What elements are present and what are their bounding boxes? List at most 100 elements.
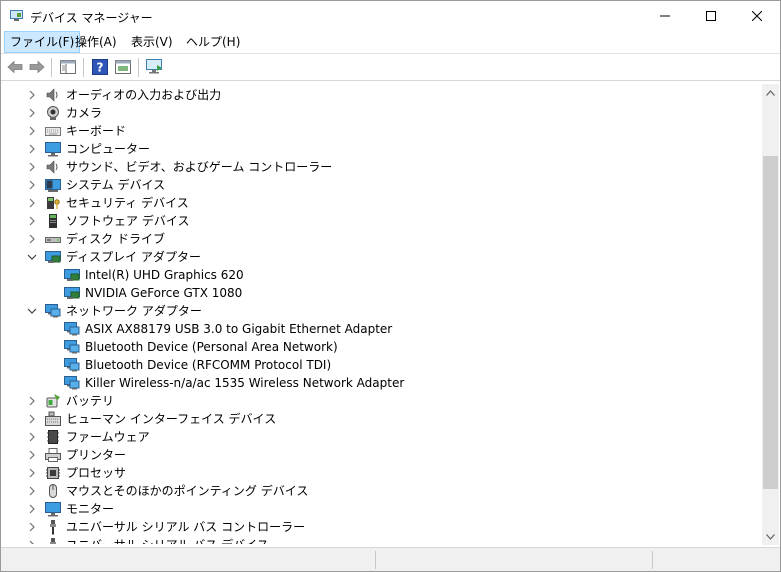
scroll-down-button[interactable] bbox=[762, 528, 779, 545]
tree-item-label: サウンド、ビデオ、およびゲーム コントローラー bbox=[66, 160, 333, 174]
chevron-right-icon[interactable] bbox=[27, 450, 37, 460]
chevron-right-icon[interactable] bbox=[27, 414, 37, 424]
tree-item-label: プロセッサ bbox=[66, 466, 127, 480]
tree-item-label: Killer Wireless-n/a/ac 1535 Wireless Net… bbox=[85, 376, 405, 390]
tree-category[interactable]: ディスク ドライブ bbox=[3, 230, 761, 248]
tree-category[interactable]: サウンド、ビデオ、およびゲーム コントローラー bbox=[3, 158, 761, 176]
chevron-right-icon[interactable] bbox=[27, 108, 37, 118]
tree-device[interactable]: NVIDIA GeForce GTX 1080 bbox=[3, 284, 761, 302]
chevron-right-icon[interactable] bbox=[27, 234, 37, 244]
chevron-right-icon[interactable] bbox=[27, 126, 37, 136]
show-hide-console-tree-button[interactable] bbox=[58, 58, 78, 76]
chevron-down-icon bbox=[766, 533, 775, 540]
chevron-right-icon[interactable] bbox=[27, 396, 37, 406]
chevron-right-icon[interactable] bbox=[27, 162, 37, 172]
tree-item-label: ユニバーサル シリアル バス デバイス bbox=[66, 538, 269, 544]
properties-button[interactable] bbox=[113, 58, 133, 76]
chevron-up-icon bbox=[766, 89, 775, 96]
toolbar-separator bbox=[83, 58, 84, 77]
tree-category[interactable]: コンピューター bbox=[3, 140, 761, 158]
display-adapter-icon bbox=[64, 287, 80, 299]
menu-file[interactable]: ファイル(F) bbox=[4, 31, 81, 53]
tree-category[interactable]: ソフトウェア デバイス bbox=[3, 212, 761, 230]
chevron-right-icon[interactable] bbox=[27, 468, 37, 478]
tree-device[interactable]: Killer Wireless-n/a/ac 1535 Wireless Net… bbox=[3, 374, 761, 392]
device-tree[interactable]: オーディオの入力および出力カメラキーボードコンピューターサウンド、ビデオ、および… bbox=[3, 84, 761, 544]
tree-category[interactable]: ヒューマン インターフェイス デバイス bbox=[3, 410, 761, 428]
chevron-right-icon[interactable] bbox=[27, 504, 37, 514]
minimize-button[interactable] bbox=[642, 1, 688, 31]
properties-icon bbox=[115, 60, 131, 74]
display-adapter-icon bbox=[45, 251, 61, 263]
back-button[interactable] bbox=[5, 58, 25, 76]
keyboard-icon bbox=[45, 127, 61, 136]
tree-category[interactable]: カメラ bbox=[3, 104, 761, 122]
chevron-right-icon[interactable] bbox=[27, 540, 37, 544]
chevron-right-icon[interactable] bbox=[27, 432, 37, 442]
tree-category[interactable]: ユニバーサル シリアル バス デバイス bbox=[3, 536, 761, 544]
tree-device[interactable]: Bluetooth Device (Personal Area Network) bbox=[3, 338, 761, 356]
tree-category[interactable]: プロセッサ bbox=[3, 464, 761, 482]
tree-category[interactable]: プリンター bbox=[3, 446, 761, 464]
help-button[interactable]: ? bbox=[90, 58, 110, 76]
scroll-up-button[interactable] bbox=[762, 84, 779, 101]
scan-hardware-button[interactable] bbox=[144, 58, 164, 76]
tree-category[interactable]: モニター bbox=[3, 500, 761, 518]
toolbar: ? bbox=[1, 53, 780, 81]
tree-item-label: ディスプレイ アダプター bbox=[66, 250, 201, 264]
chevron-down-icon[interactable] bbox=[27, 252, 37, 262]
tree-item-label: ソフトウェア デバイス bbox=[66, 214, 190, 228]
tree-category[interactable]: セキュリティ デバイス bbox=[3, 194, 761, 212]
title-bar[interactable]: デバイス マネージャー bbox=[1, 1, 780, 31]
tree-category[interactable]: オーディオの入力および出力 bbox=[3, 86, 761, 104]
vertical-scrollbar[interactable] bbox=[762, 84, 779, 545]
tree-category[interactable]: ディスプレイ アダプター bbox=[3, 248, 761, 266]
tree-item-label: キーボード bbox=[66, 124, 127, 138]
chevron-right-icon[interactable] bbox=[27, 216, 37, 226]
system-device-icon bbox=[45, 179, 61, 192]
forward-button[interactable] bbox=[27, 58, 47, 76]
tree-item-label: セキュリティ デバイス bbox=[66, 196, 189, 210]
tree-device[interactable]: Intel(R) UHD Graphics 620 bbox=[3, 266, 761, 284]
close-button[interactable] bbox=[734, 1, 780, 31]
tree-item-label: ファームウェア bbox=[66, 430, 150, 444]
chevron-right-icon[interactable] bbox=[27, 180, 37, 190]
menu-help[interactable]: ヘルプ(H) bbox=[181, 31, 245, 53]
monitor-icon bbox=[45, 502, 61, 517]
tree-category[interactable]: システム デバイス bbox=[3, 176, 761, 194]
menu-action[interactable]: 操作(A) bbox=[70, 31, 122, 53]
chevron-right-icon[interactable] bbox=[27, 144, 37, 154]
maximize-icon bbox=[706, 11, 716, 21]
status-pane-divider bbox=[375, 551, 376, 569]
chevron-right-icon[interactable] bbox=[27, 522, 37, 532]
tree-item-label: ディスク ドライブ bbox=[66, 232, 165, 246]
back-arrow-icon bbox=[7, 60, 23, 74]
tree-category[interactable]: マウスとそのほかのポインティング デバイス bbox=[3, 482, 761, 500]
scrollbar-thumb[interactable] bbox=[763, 156, 778, 489]
tree-category[interactable]: ネットワーク アダプター bbox=[3, 302, 761, 320]
firmware-icon bbox=[47, 430, 59, 444]
usb-icon bbox=[50, 520, 56, 535]
tree-item-label: システム デバイス bbox=[66, 178, 166, 192]
tree-device[interactable]: ASIX AX88179 USB 3.0 to Gigabit Ethernet… bbox=[3, 320, 761, 338]
chevron-down-icon[interactable] bbox=[27, 306, 37, 316]
tree-category[interactable]: キーボード bbox=[3, 122, 761, 140]
status-bar bbox=[1, 547, 780, 571]
scan-hardware-icon bbox=[145, 59, 162, 74]
tree-item-label: コンピューター bbox=[66, 142, 151, 156]
tree-device[interactable]: Bluetooth Device (RFCOMM Protocol TDI) bbox=[3, 356, 761, 374]
chevron-right-icon[interactable] bbox=[27, 486, 37, 496]
forward-arrow-icon bbox=[29, 60, 45, 74]
tree-item-label: カメラ bbox=[66, 106, 103, 120]
chevron-right-icon[interactable] bbox=[27, 90, 37, 100]
menu-view[interactable]: 表示(V) bbox=[126, 31, 178, 53]
tree-category[interactable]: ファームウェア bbox=[3, 428, 761, 446]
maximize-button[interactable] bbox=[688, 1, 734, 31]
tree-item-label: Bluetooth Device (RFCOMM Protocol TDI) bbox=[85, 358, 332, 372]
tree-category[interactable]: バッテリ bbox=[3, 392, 761, 410]
speaker-icon bbox=[46, 88, 58, 102]
chevron-right-icon[interactable] bbox=[27, 198, 37, 208]
tree-category[interactable]: ユニバーサル シリアル バス コントローラー bbox=[3, 518, 761, 536]
status-pane-divider bbox=[652, 551, 653, 569]
tree-item-label: NVIDIA GeForce GTX 1080 bbox=[85, 286, 243, 300]
